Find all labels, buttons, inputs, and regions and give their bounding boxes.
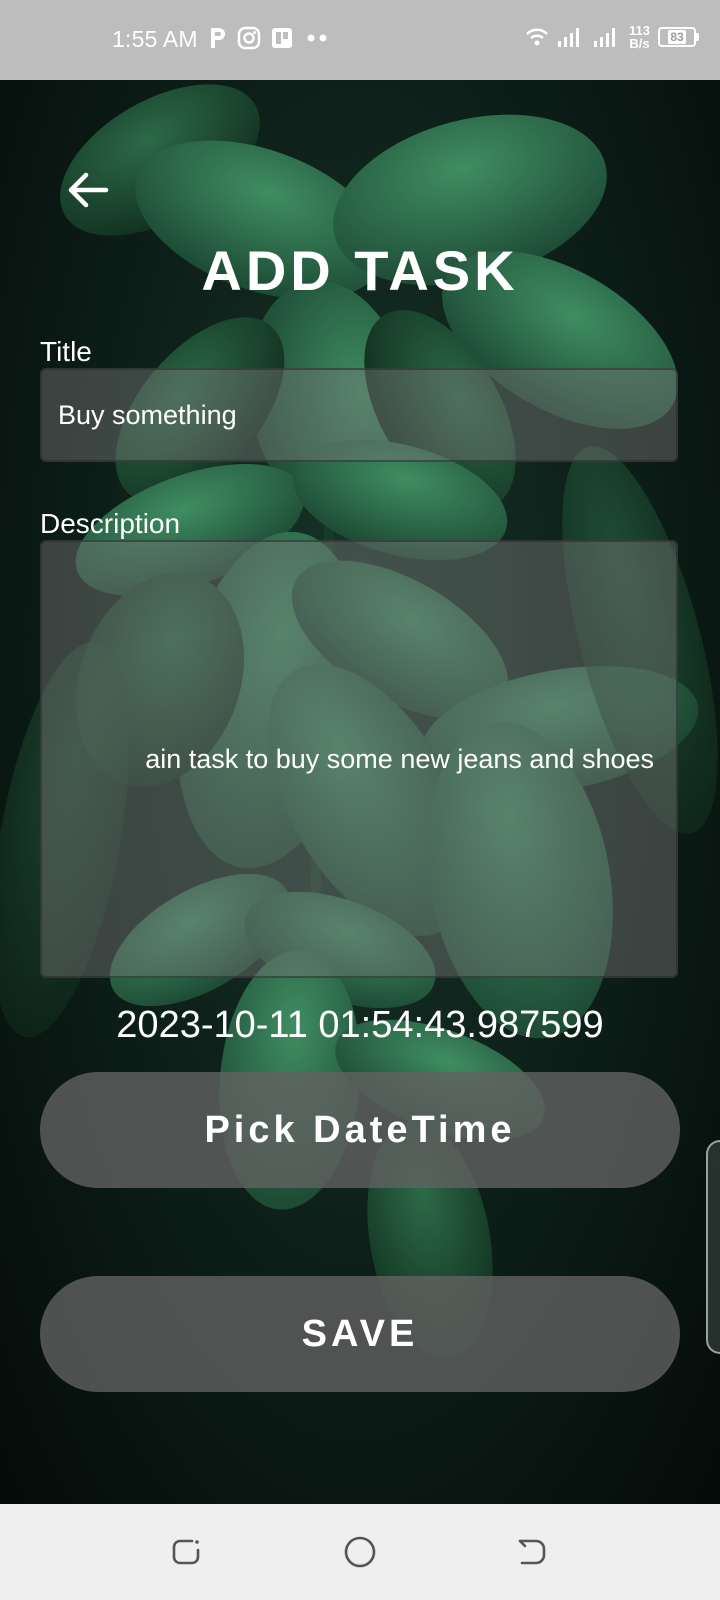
edge-panel-handle[interactable] — [706, 1140, 720, 1354]
back-button[interactable] — [60, 162, 116, 218]
status-time: 1:55 AM — [112, 26, 198, 52]
pick-datetime-label: Pick DateTime — [204, 1108, 516, 1151]
pick-datetime-button[interactable]: Pick DateTime — [40, 1072, 680, 1188]
title-label: Title — [40, 336, 92, 367]
speed-unit: B/s — [629, 36, 650, 51]
signal-icon — [558, 28, 580, 47]
selected-datetime: 2023-10-11 01:54:43.987599 — [116, 1004, 604, 1046]
instagram-icon — [237, 26, 261, 50]
description-input[interactable]: ain task to buy some new jeans and shoes — [40, 540, 678, 978]
p-icon — [211, 28, 225, 48]
save-button-label: SAVE — [301, 1312, 419, 1355]
signal-icon-2 — [594, 28, 616, 47]
arrow-left-icon — [68, 172, 109, 208]
back-icon — [518, 1539, 546, 1565]
home-icon — [344, 1536, 376, 1568]
status-bar: 1:55 AM 113 B/s 83 — [0, 0, 720, 80]
battery-level: 83 — [668, 30, 686, 44]
battery-icon: 83 — [658, 27, 699, 47]
system-icons: 113 B/s 83 — [525, 24, 699, 50]
more-dots-icon — [307, 34, 327, 42]
page-title: ADD TASK — [201, 239, 519, 302]
home-button[interactable] — [342, 1534, 378, 1570]
network-speed: 113 B/s — [629, 24, 650, 50]
recent-apps-icon — [172, 1539, 200, 1565]
save-button[interactable]: SAVE — [40, 1276, 680, 1392]
title-input-value: Buy something — [58, 399, 237, 430]
description-label: Description — [40, 508, 181, 539]
wifi-icon — [526, 28, 548, 46]
nav-back-button[interactable] — [514, 1534, 550, 1570]
recent-apps-button[interactable] — [168, 1534, 204, 1570]
title-input[interactable]: Buy something — [40, 368, 678, 462]
notification-icons — [208, 26, 331, 50]
navigation-bar — [0, 1504, 720, 1600]
description-input-value: ain task to buy some new jeans and shoes — [145, 743, 654, 774]
app-icon — [272, 28, 292, 48]
